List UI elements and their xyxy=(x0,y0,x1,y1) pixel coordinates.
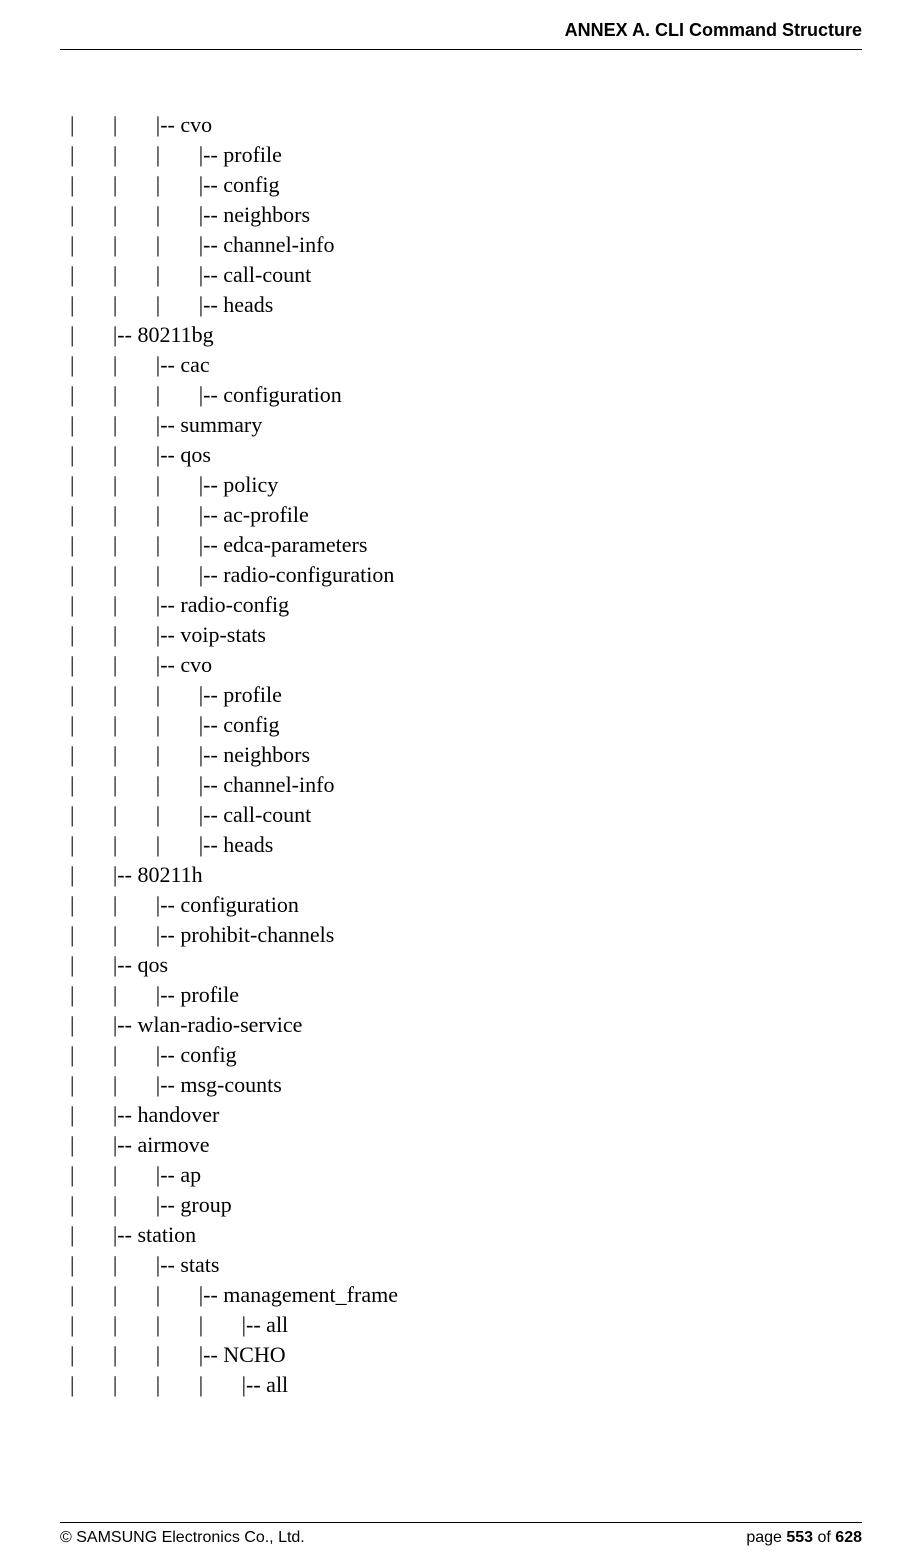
page-footer: © SAMSUNG Electronics Co., Ltd. page 553… xyxy=(60,1522,862,1547)
footer-page-info: page 553 of 628 xyxy=(746,1529,862,1547)
footer-copyright: © SAMSUNG Electronics Co., Ltd. xyxy=(60,1529,305,1547)
tree-line: | |-- handover xyxy=(70,1100,862,1130)
tree-line: | |-- station xyxy=(70,1220,862,1250)
tree-line: | |-- airmove xyxy=(70,1130,862,1160)
page-header: ANNEX A. CLI Command Structure xyxy=(60,0,862,50)
cli-tree-content: | | |-- cvo| | | |-- profile| | | |-- co… xyxy=(60,50,862,1400)
tree-line: | | | |-- profile xyxy=(70,680,862,710)
tree-line: | | | |-- call-count xyxy=(70,800,862,830)
tree-line: | | |-- voip-stats xyxy=(70,620,862,650)
tree-line: | | |-- cac xyxy=(70,350,862,380)
tree-line: | | | |-- heads xyxy=(70,830,862,860)
tree-line: | | |-- group xyxy=(70,1190,862,1220)
tree-line: | | |-- cvo xyxy=(70,110,862,140)
tree-line: | |-- 80211h xyxy=(70,860,862,890)
tree-line: | | |-- config xyxy=(70,1040,862,1070)
footer-page-sep: of xyxy=(813,1529,835,1546)
tree-line: | | | |-- ac-profile xyxy=(70,500,862,530)
tree-line: | | | |-- neighbors xyxy=(70,200,862,230)
tree-line: | | | |-- configuration xyxy=(70,380,862,410)
tree-line: | | | | |-- all xyxy=(70,1310,862,1340)
tree-line: | | | |-- management_frame xyxy=(70,1280,862,1310)
tree-line: | |-- 80211bg xyxy=(70,320,862,350)
tree-line: | | |-- configuration xyxy=(70,890,862,920)
tree-line: | |-- wlan-radio-service xyxy=(70,1010,862,1040)
tree-line: | | | |-- profile xyxy=(70,140,862,170)
tree-line: | | | |-- channel-info xyxy=(70,230,862,260)
tree-line: | | | |-- policy xyxy=(70,470,862,500)
tree-line: | | |-- cvo xyxy=(70,650,862,680)
page: ANNEX A. CLI Command Structure | | |-- c… xyxy=(0,0,922,1565)
tree-line: | | | |-- radio-configuration xyxy=(70,560,862,590)
tree-line: | | |-- prohibit-channels xyxy=(70,920,862,950)
tree-line: | | | | |-- all xyxy=(70,1370,862,1400)
footer-page-total: 628 xyxy=(835,1529,862,1546)
tree-line: | | | |-- call-count xyxy=(70,260,862,290)
footer-page-prefix: page xyxy=(746,1529,786,1546)
tree-line: | | | |-- channel-info xyxy=(70,770,862,800)
tree-line: | | | |-- NCHO xyxy=(70,1340,862,1370)
tree-line: | | | |-- config xyxy=(70,170,862,200)
tree-line: | | | |-- edca-parameters xyxy=(70,530,862,560)
tree-line: | | |-- stats xyxy=(70,1250,862,1280)
tree-line: | | | |-- config xyxy=(70,710,862,740)
tree-line: | | |-- summary xyxy=(70,410,862,440)
tree-line: | | | |-- neighbors xyxy=(70,740,862,770)
tree-line: | | |-- qos xyxy=(70,440,862,470)
tree-line: | | |-- profile xyxy=(70,980,862,1010)
tree-line: | | |-- msg-counts xyxy=(70,1070,862,1100)
tree-line: | |-- qos xyxy=(70,950,862,980)
tree-line: | | |-- ap xyxy=(70,1160,862,1190)
footer-page-number: 553 xyxy=(786,1529,813,1546)
tree-line: | | | |-- heads xyxy=(70,290,862,320)
tree-line: | | |-- radio-config xyxy=(70,590,862,620)
